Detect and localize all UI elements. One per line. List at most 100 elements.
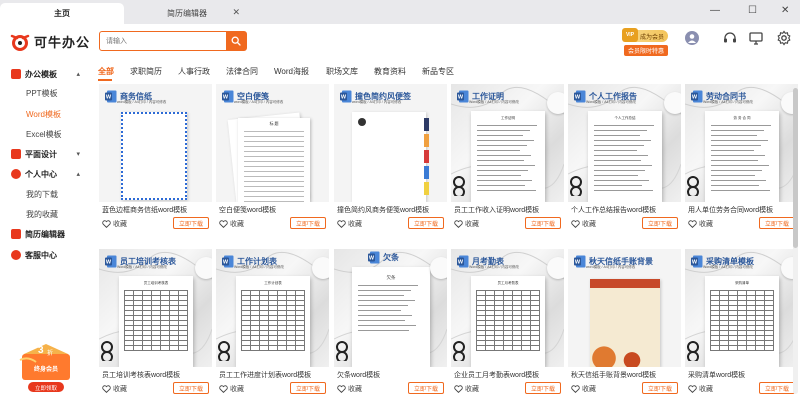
category-tab-hr-admin[interactable]: 人事行政 [178, 66, 210, 77]
favorite-button[interactable]: 收藏 [219, 219, 244, 229]
download-button[interactable]: 立即下载 [408, 217, 444, 229]
sidebar-item-my-downloads[interactable]: 我的下载 [0, 185, 90, 203]
template-title[interactable]: 员工工作进度计划表word模板 [219, 370, 311, 380]
template-thumbnail[interactable]: W 商务信纸 word模板 / A4打印 / 内容可修改 [99, 84, 212, 202]
heart-icon [454, 220, 463, 228]
template-title[interactable]: 个人工作总结报告word模板 [571, 205, 656, 215]
template-title[interactable]: 员工培训考核表word模板 [102, 370, 180, 380]
favorite-button[interactable]: 收藏 [219, 384, 244, 394]
template-card[interactable]: W 撞色简约风便签 word模板 / A4打印 / 内容可修改撞色简约风商务便笺wo… [334, 84, 447, 238]
template-title[interactable]: 采购清单word模板 [688, 370, 745, 380]
category-tab-resume[interactable]: 求职简历 [130, 66, 162, 77]
vip-button[interactable]: 成为会员 VIP 会员限时特惠 [622, 28, 668, 58]
template-title[interactable]: 企业员工月考勤表word模板 [454, 370, 539, 380]
download-button[interactable]: 立即下载 [290, 382, 326, 394]
sidebar-item-excel[interactable]: Excel模板 [0, 125, 90, 143]
scrollbar-thumb[interactable] [793, 88, 798, 248]
template-card[interactable]: W 员工培训考核表 Word模板 / A4打印 / 内容可修改 员工培训考核表员工培训… [99, 249, 212, 400]
download-button[interactable]: 立即下载 [173, 382, 209, 394]
template-card[interactable]: W 秋天信纸手账背景 word模板 / A4打印 / 内容可修改秋天信纸手账背景wo… [568, 249, 681, 400]
avatar[interactable] [685, 31, 699, 45]
favorite-button[interactable]: 收藏 [102, 219, 127, 229]
template-title[interactable]: 用人单位劳务合同word模板 [688, 205, 773, 215]
favorite-button[interactable]: 收藏 [454, 219, 479, 229]
template-thumbnail[interactable]: W 空白便笺 word模板 / A4打印 / 内容可修改标 题 [216, 84, 329, 202]
download-button[interactable]: 立即下载 [525, 217, 561, 229]
app-logo[interactable]: 可牛办公 [10, 32, 90, 51]
sidebar-group-graphic-design[interactable]: 平面设计 ▾ [0, 145, 90, 163]
lifetime-vip-promo[interactable]: 3 折 终身会员 立即领取 [16, 340, 76, 395]
favorite-button[interactable]: 收藏 [688, 384, 713, 394]
template-card[interactable]: W 个人工作报告 Word模板 / A4打印 / 内容可修改 个人工作总结个人工作总结… [568, 84, 681, 238]
template-thumbnail[interactable]: W 秋天信纸手账背景 word模板 / A4打印 / 内容可修改 [568, 249, 681, 367]
template-card[interactable]: W 欠条 欠条欠条word模板 收藏 立即下载 [334, 249, 447, 400]
favorite-label: 收藏 [582, 221, 596, 228]
template-title[interactable]: 欠条word模板 [337, 370, 380, 380]
category-tab-workplace-library[interactable]: 职场文库 [326, 66, 358, 77]
window-close-icon[interactable]: ✕ [781, 5, 789, 16]
favorite-button[interactable]: 收藏 [688, 219, 713, 229]
download-button[interactable]: 立即下载 [525, 382, 561, 394]
sidebar-group-personal-center[interactable]: 个人中心 ▴ [0, 165, 90, 183]
download-button[interactable]: 立即下载 [408, 382, 444, 394]
favorite-button[interactable]: 收藏 [337, 219, 362, 229]
template-card[interactable]: W 空白便笺 word模板 / A4打印 / 内容可修改标 题空白便笺word模板收… [216, 84, 329, 238]
favorite-button[interactable]: 收藏 [454, 384, 479, 394]
category-tab-word-poster[interactable]: Word海报 [274, 66, 309, 77]
maximize-icon[interactable]: ☐ [748, 5, 757, 16]
download-button[interactable]: 立即下载 [173, 217, 209, 229]
template-thumbnail[interactable]: W 欠条 欠条 [334, 249, 447, 367]
download-button[interactable]: 立即下载 [759, 217, 795, 229]
template-thumbnail[interactable]: W 采购清单模板 Word模板 / A4打印 / 内容可修改 采购清单 [685, 249, 798, 367]
template-card[interactable]: W 商务信纸 word模板 / A4打印 / 内容可修改蓝色边框商务信纸word模板… [99, 84, 212, 238]
category-tab-education[interactable]: 教育资料 [374, 66, 406, 77]
template-title[interactable]: 蓝色边框商务信纸word模板 [102, 205, 187, 215]
promo-claim-button[interactable]: 立即领取 [28, 384, 64, 392]
minimize-icon[interactable]: — [710, 5, 720, 16]
gear-icon[interactable] [776, 30, 792, 46]
category-tab-new[interactable]: 新品专区 [422, 66, 454, 77]
search-input[interactable] [100, 32, 220, 50]
sidebar-group-office-templates[interactable]: 办公模板 ▴ [0, 65, 90, 83]
template-thumbnail[interactable]: W 撞色简约风便签 word模板 / A4打印 / 内容可修改 [334, 84, 447, 202]
tab-close-icon[interactable]: ✕ [232, 7, 240, 18]
category-tab-legal-contract[interactable]: 法律合同 [226, 66, 258, 77]
favorite-button[interactable]: 收藏 [102, 384, 127, 394]
monitor-icon[interactable] [748, 30, 764, 46]
sidebar-item-label: Excel模板 [26, 129, 62, 139]
favorite-button[interactable]: 收藏 [337, 384, 362, 394]
search-button[interactable] [226, 32, 246, 50]
template-card[interactable]: W 劳动合同书 Word模板 / A4打印 / 内容可修改劳 务 合 同用人单位劳务… [685, 84, 798, 238]
template-card[interactable]: W 采购清单模板 Word模板 / A4打印 / 内容可修改 采购清单采购清单word… [685, 249, 798, 400]
template-card[interactable]: W 工作证明 Word模板 / A4打印 / 内容可修改 工作证明员工工作收入证明wo… [451, 84, 564, 238]
template-title[interactable]: 员工工作收入证明word模板 [454, 205, 539, 215]
template-title[interactable]: 秋天信纸手账背景word模板 [571, 370, 656, 380]
coffee-cup-decoration [195, 257, 212, 279]
download-button[interactable]: 立即下载 [759, 382, 795, 394]
download-button[interactable]: 立即下载 [642, 382, 678, 394]
sidebar-group-resume-editor[interactable]: 简历编辑器 [0, 225, 90, 243]
template-thumbnail[interactable]: W 月考勤表 Word模板 / A4打印 / 内容可修改 员工月考勤表 [451, 249, 564, 367]
tab-resume-editor[interactable]: 简历编辑器 ✕ [126, 3, 248, 24]
sidebar-group-customer-service[interactable]: 客服中心 [0, 246, 90, 264]
download-button[interactable]: 立即下载 [290, 217, 326, 229]
template-card[interactable]: W 工作计划表 Word模板 / A4打印 / 内容可修改 工作计划表员工工作进度计划… [216, 249, 329, 400]
category-tab-all[interactable]: 全部 [98, 66, 114, 77]
favorite-button[interactable]: 收藏 [571, 219, 596, 229]
template-thumbnail[interactable]: W 劳动合同书 Word模板 / A4打印 / 内容可修改劳 务 合 同 [685, 84, 798, 202]
template-thumbnail[interactable]: W 个人工作报告 Word模板 / A4打印 / 内容可修改 个人工作总结 [568, 84, 681, 202]
download-button[interactable]: 立即下载 [642, 217, 678, 229]
template-card[interactable]: W 月考勤表 Word模板 / A4打印 / 内容可修改 员工月考勤表企业员工月考勤表… [451, 249, 564, 400]
favorite-button[interactable]: 收藏 [571, 384, 596, 394]
template-thumbnail[interactable]: W 工作证明 Word模板 / A4打印 / 内容可修改 工作证明 [451, 84, 564, 202]
sidebar-item-ppt[interactable]: PPT模板 [0, 84, 90, 102]
template-thumbnail[interactable]: W 工作计划表 Word模板 / A4打印 / 内容可修改 工作计划表 [216, 249, 329, 367]
template-title[interactable]: 空白便笺word模板 [219, 205, 276, 215]
template-title[interactable]: 撞色简约风商务便笺word模板 [337, 205, 429, 215]
coffee-cup-decoration [664, 92, 681, 114]
tab-home[interactable]: 主页 [0, 3, 124, 24]
sidebar-item-my-favorites[interactable]: 我的收藏 [0, 205, 90, 223]
template-thumbnail[interactable]: W 员工培训考核表 Word模板 / A4打印 / 内容可修改 员工培训考核表 [99, 249, 212, 367]
headset-icon[interactable] [722, 30, 738, 46]
sidebar-item-word[interactable]: Word模板 [0, 105, 90, 123]
